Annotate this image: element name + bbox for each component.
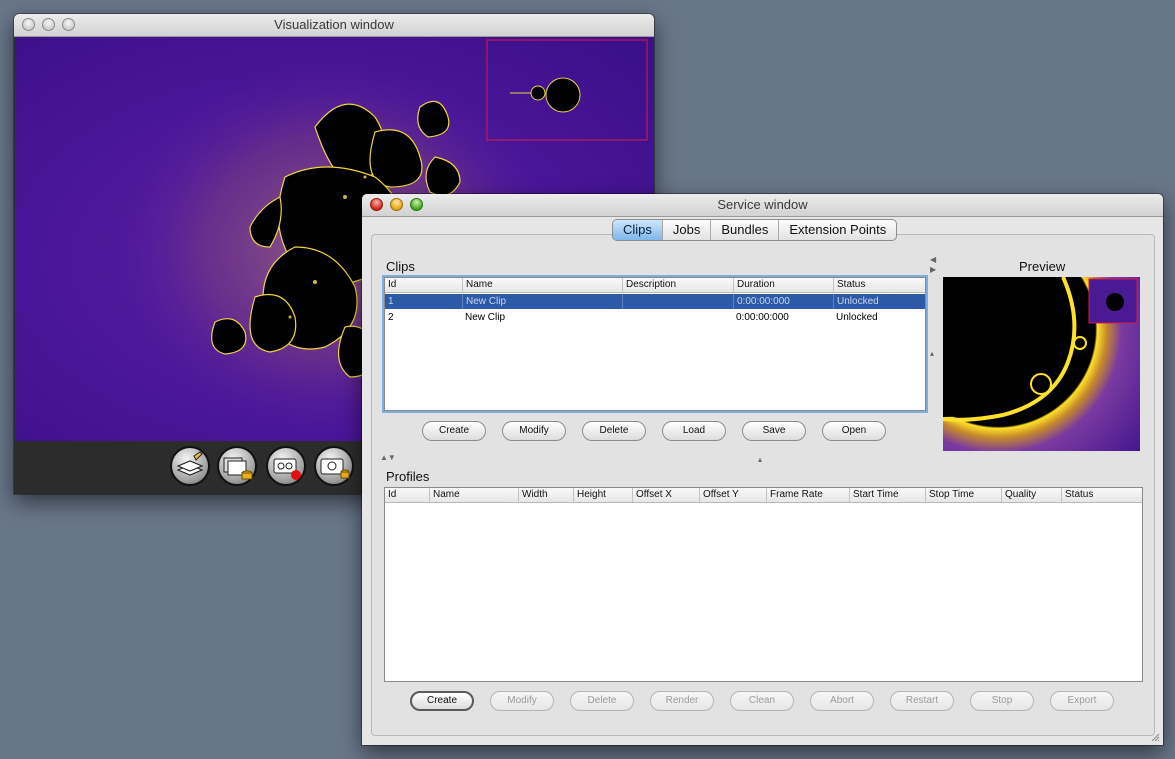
close-button[interactable] — [370, 198, 383, 211]
col-name[interactable]: Name — [462, 278, 622, 292]
profiles-table[interactable]: Id Name Width Height Offset X Offset Y F… — [384, 487, 1143, 682]
profile-stop-button[interactable]: Stop — [970, 691, 1034, 711]
col-height[interactable]: Height — [573, 488, 632, 502]
cell-status: Unlocked — [833, 294, 925, 309]
split-divider-handle-icon[interactable]: ▴ — [930, 349, 934, 358]
cell-description — [622, 294, 733, 309]
zoom-button[interactable] — [62, 18, 75, 31]
profile-clean-button[interactable]: Clean — [730, 691, 794, 711]
col-offset-x[interactable]: Offset X — [632, 488, 699, 502]
cell-duration: 0:00:00:000 — [736, 312, 789, 323]
cell-id: 2 — [388, 312, 394, 323]
profile-create-button[interactable]: Create — [410, 691, 474, 711]
col-width[interactable]: Width — [518, 488, 573, 502]
clips-section-label: Clips — [386, 259, 415, 274]
col-status[interactable]: Status — [1061, 488, 1142, 502]
tab-content-panel: Clips Id Name Description Duration Statu… — [371, 234, 1155, 736]
camera-database-icon — [320, 458, 350, 479]
split-expand-right-icon[interactable]: ▶ — [930, 265, 936, 274]
profiles-table-header: Id Name Width Height Offset X Offset Y F… — [385, 488, 1142, 503]
snapshot-button[interactable] — [314, 446, 354, 486]
col-id[interactable]: Id — [385, 488, 429, 502]
table-row[interactable]: 1 New Clip 0:00:00:000 Unlocked — [385, 294, 925, 309]
col-offset-y[interactable]: Offset Y — [699, 488, 766, 502]
split-collapse-left-icon[interactable]: ◀ — [930, 255, 936, 264]
clip-load-button[interactable]: Load — [662, 421, 726, 441]
profile-delete-button[interactable]: Delete — [570, 691, 634, 711]
clips-table-header: Id Name Description Duration Status — [385, 278, 925, 293]
split-collapse-up-icon[interactable]: ▲▼ — [380, 453, 396, 462]
col-id[interactable]: Id — [385, 278, 462, 292]
record-clip-icon — [273, 458, 301, 480]
preview-fractal-image — [943, 277, 1138, 422]
tab-bundles[interactable]: Bundles — [711, 220, 780, 240]
minimize-button[interactable] — [390, 198, 403, 211]
resize-grip-icon[interactable] — [1150, 732, 1160, 742]
col-description[interactable]: Description — [622, 278, 733, 292]
col-quality[interactable]: Quality — [1001, 488, 1061, 502]
tab-bar: Clips Jobs Bundles Extension Points — [612, 219, 898, 241]
cell-id: 1 — [388, 296, 394, 307]
split-divider-handle-icon[interactable]: ▴ — [758, 455, 762, 464]
col-duration[interactable]: Duration — [733, 278, 833, 292]
clip-delete-button[interactable]: Delete — [582, 421, 646, 441]
profile-render-button[interactable]: Render — [650, 691, 714, 711]
record-button[interactable] — [266, 446, 306, 486]
zoom-button[interactable] — [410, 198, 423, 211]
clip-open-button[interactable]: Open — [822, 421, 886, 441]
col-frame-rate[interactable]: Frame Rate — [766, 488, 849, 502]
clip-save-button[interactable]: Save — [742, 421, 806, 441]
cell-name: New Clip — [465, 312, 506, 323]
svc-window-title: Service window — [717, 197, 808, 212]
cell-duration: 0:00:00:000 — [733, 294, 833, 309]
cell-name: New Clip — [462, 294, 622, 309]
preview-label: Preview — [1019, 259, 1066, 274]
viz-titlebar[interactable]: Visualization window — [14, 14, 654, 37]
service-window: Service window Clips Jobs Bundles Extens… — [362, 194, 1163, 745]
edit-layers-button[interactable] — [170, 446, 210, 486]
table-row[interactable]: 2 New Clip 0:00:00:000 Unlocked — [385, 310, 925, 325]
profile-abort-button[interactable]: Abort — [810, 691, 874, 711]
profile-restart-button[interactable]: Restart — [890, 691, 954, 711]
close-button[interactable] — [22, 18, 35, 31]
image-stack-button[interactable] — [217, 446, 257, 486]
profile-export-button[interactable]: Export — [1050, 691, 1114, 711]
cell-description — [622, 310, 733, 325]
preview-image — [943, 277, 1140, 451]
col-name[interactable]: Name — [429, 488, 518, 502]
svc-titlebar[interactable]: Service window — [362, 194, 1163, 217]
clip-create-button[interactable]: Create — [422, 421, 486, 441]
col-stop-time[interactable]: Stop Time — [925, 488, 1001, 502]
tab-extension-points[interactable]: Extension Points — [779, 220, 896, 240]
clips-table[interactable]: Id Name Description Duration Status 1 Ne… — [384, 277, 926, 411]
viz-window-title: Visualization window — [274, 17, 394, 32]
tab-jobs[interactable]: Jobs — [663, 220, 712, 240]
minimize-button[interactable] — [42, 18, 55, 31]
profiles-section-label: Profiles — [386, 469, 430, 484]
clip-modify-button[interactable]: Modify — [502, 421, 566, 441]
edit-layers-icon — [176, 451, 204, 476]
cell-status: Unlocked — [836, 312, 878, 323]
tab-clips[interactable]: Clips — [613, 220, 663, 240]
profile-modify-button[interactable]: Modify — [490, 691, 554, 711]
col-start-time[interactable]: Start Time — [849, 488, 925, 502]
col-status[interactable]: Status — [833, 278, 925, 292]
image-stack-database-icon — [223, 457, 253, 480]
